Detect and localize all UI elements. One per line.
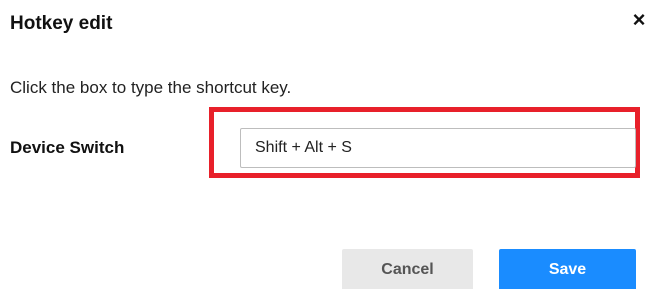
hotkey-input[interactable]	[240, 128, 636, 168]
dialog-title: Hotkey edit	[10, 13, 113, 34]
save-button[interactable]: Save	[499, 249, 636, 289]
close-icon[interactable]: ×	[630, 9, 648, 31]
instruction-text: Click the box to type the shortcut key.	[10, 78, 292, 97]
hotkey-edit-dialog: Hotkey edit × Click the box to type the …	[0, 0, 651, 289]
cancel-button[interactable]: Cancel	[342, 249, 473, 289]
device-switch-label: Device Switch	[10, 138, 125, 157]
